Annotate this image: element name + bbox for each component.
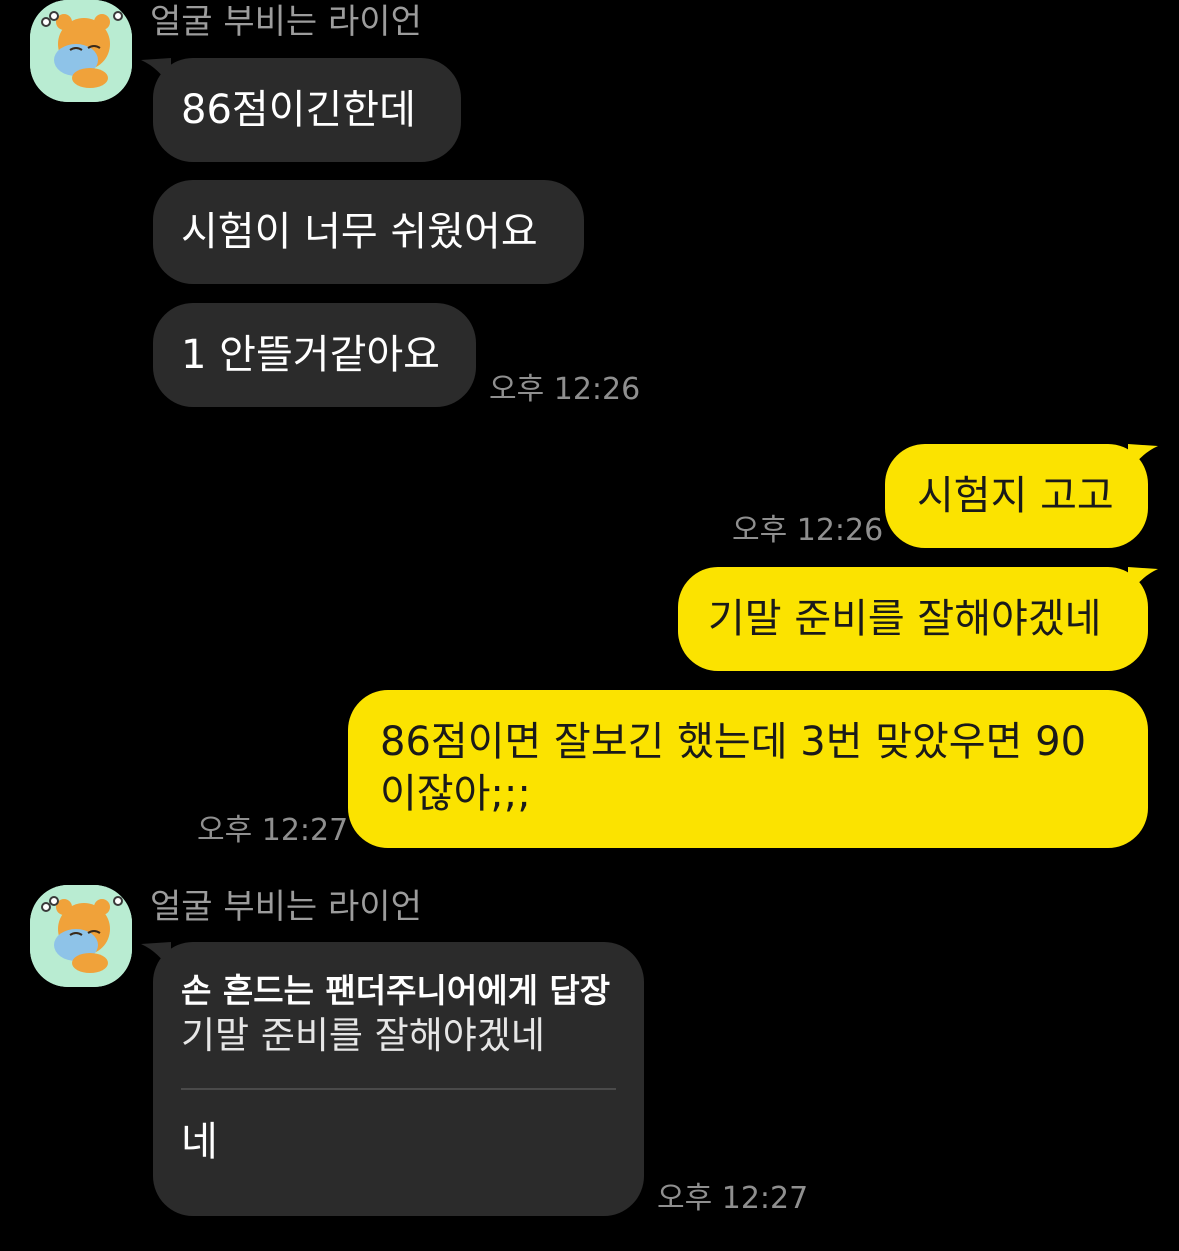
- ryan-avatar-icon[interactable]: [30, 0, 132, 102]
- incoming-message-3[interactable]: 1 안뜰거같아요: [153, 303, 476, 407]
- ryan-character-icon: [30, 0, 132, 102]
- message-timestamp: 오후 12:27: [197, 813, 349, 848]
- reply-quoted-text[interactable]: 기말 준비를 잘해야겠네: [181, 1012, 616, 1060]
- incoming-message-2[interactable]: 시험이 너무 쉬웠어요: [153, 180, 584, 284]
- outgoing-message-2[interactable]: 기말 준비를 잘해야겠네: [678, 567, 1158, 671]
- message-text: 네: [181, 1119, 218, 1165]
- message-timestamp: 오후 12:27: [657, 1181, 809, 1216]
- message-text-line-1: 86점이면 잘보긴 했는데 3번 맞았우면 90: [380, 719, 1087, 765]
- message-timestamp: 오후 12:26: [732, 513, 884, 548]
- incoming-reply-message[interactable]: 손 흔드는 팬더주니어에게 답장 기말 준비를 잘해야겠네 네: [141, 942, 644, 1216]
- bubble-tail: [1128, 444, 1158, 474]
- ryan-avatar-icon[interactable]: [30, 885, 132, 987]
- message-text: 기말 준비를 잘해야겠네: [708, 596, 1102, 642]
- message-timestamp: 오후 12:26: [489, 372, 641, 407]
- outgoing-message-1[interactable]: 시험지 고고: [885, 444, 1158, 548]
- message-text: 86점이긴한데: [181, 87, 416, 133]
- chat-screen: 얼굴 부비는 라이언 86점이긴한데 시험이 너무 쉬웠어요 1 안뜰거같아요 …: [0, 0, 1179, 1251]
- ryan-character-icon: [30, 885, 132, 987]
- message-text: 1 안뜰거같아요: [181, 332, 440, 378]
- message-text: 시험이 너무 쉬웠어요: [181, 209, 538, 255]
- sender-name: 얼굴 부비는 라이언: [150, 887, 422, 927]
- incoming-message-1[interactable]: 86점이긴한데: [141, 58, 461, 162]
- reply-header: 손 흔드는 팬더주니어에게 답장: [181, 971, 611, 1010]
- message-text: 시험지 고고: [917, 473, 1114, 519]
- outgoing-message-3[interactable]: 86점이면 잘보긴 했는데 3번 맞았우면 90 이잖아;;;: [348, 690, 1148, 848]
- bubble-tail: [141, 942, 171, 972]
- reply-divider: [181, 1088, 616, 1090]
- bubble-tail: [141, 58, 171, 88]
- sender-name: 얼굴 부비는 라이언: [150, 2, 422, 42]
- bubble-tail: [1128, 567, 1158, 597]
- message-text-line-2: 이잖아;;;: [380, 771, 531, 817]
